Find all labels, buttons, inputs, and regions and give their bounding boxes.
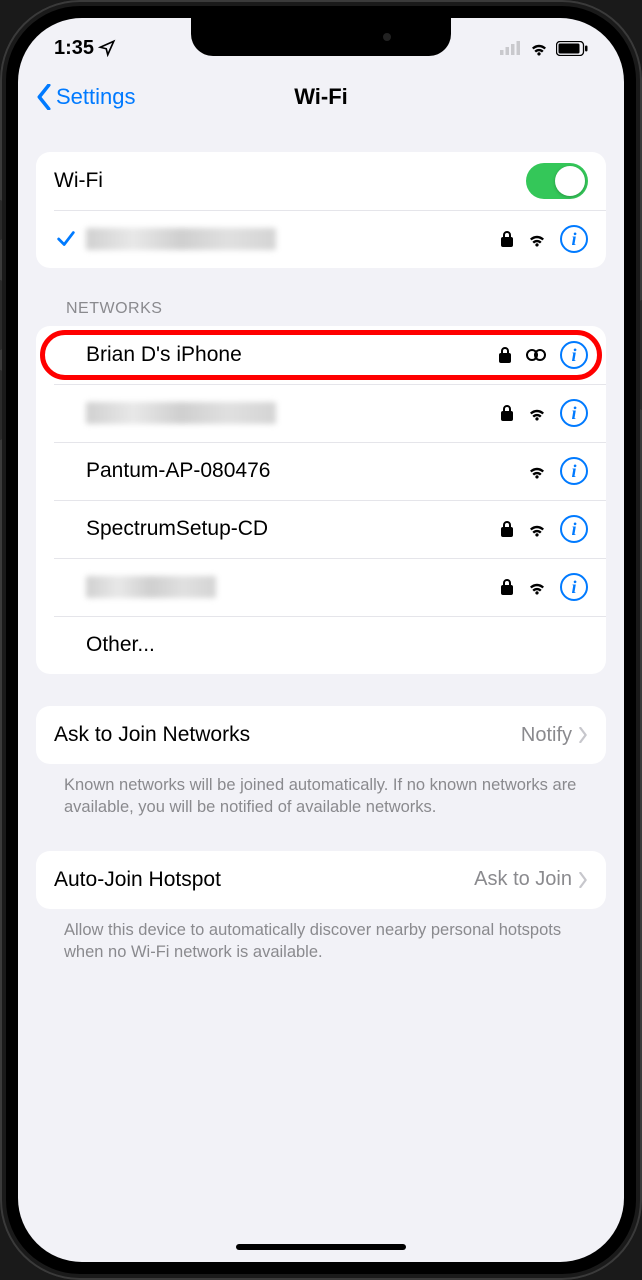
auto-hotspot-row[interactable]: Auto-Join Hotspot Ask to Join [36, 851, 606, 909]
lock-icon [500, 578, 514, 596]
lock-icon [500, 520, 514, 538]
network-row[interactable]: i [36, 384, 606, 442]
wifi-signal-icon [526, 521, 548, 537]
info-icon[interactable]: i [560, 573, 588, 601]
cellular-icon [500, 41, 522, 55]
network-name-redacted [86, 402, 276, 424]
ask-join-label: Ask to Join Networks [54, 723, 250, 747]
lock-icon [498, 346, 512, 364]
wifi-signal-icon [526, 231, 548, 247]
network-name-redacted [86, 576, 216, 598]
battery-icon [556, 41, 588, 56]
wifi-signal-icon [526, 405, 548, 421]
network-name: Brian D's iPhone [86, 343, 242, 367]
notch [191, 18, 451, 56]
chevron-right-icon [578, 872, 588, 888]
wifi-toggle-row[interactable]: Wi-Fi [36, 152, 606, 210]
info-icon[interactable]: i [560, 225, 588, 253]
network-name: SpectrumSetup-CD [86, 517, 268, 541]
network-name: Pantum-AP-080476 [86, 459, 270, 483]
ask-join-footer: Known networks will be joined automatica… [36, 764, 606, 819]
wifi-status-icon [528, 40, 550, 56]
lock-icon [500, 230, 514, 248]
side-button [0, 200, 2, 240]
phone-frame: 1:35 Settings [0, 0, 642, 1280]
chevron-right-icon [578, 727, 588, 743]
auto-hotspot-label: Auto-Join Hotspot [54, 868, 221, 892]
lock-icon [500, 404, 514, 422]
network-name: Other... [86, 633, 155, 657]
networks-header: NETWORKS [66, 300, 606, 318]
connected-network-name-redacted [86, 228, 276, 250]
wifi-toggle[interactable] [526, 163, 588, 199]
chevron-left-icon [36, 84, 52, 110]
side-button [0, 280, 2, 350]
auto-hotspot-group: Auto-Join Hotspot Ask to Join [36, 851, 606, 909]
wifi-signal-icon [526, 463, 548, 479]
wifi-signal-icon [526, 579, 548, 595]
wifi-toggle-label: Wi-Fi [54, 169, 103, 193]
info-icon[interactable]: i [560, 341, 588, 369]
home-indicator[interactable] [236, 1244, 406, 1250]
back-button[interactable]: Settings [36, 84, 136, 110]
network-row[interactable]: SpectrumSetup-CD i [36, 500, 606, 558]
screen: 1:35 Settings [18, 18, 624, 1262]
connected-network-row[interactable]: i [36, 210, 606, 268]
status-time: 1:35 [54, 37, 94, 60]
network-row[interactable]: Pantum-AP-080476 i [36, 442, 606, 500]
ask-join-group: Ask to Join Networks Notify [36, 706, 606, 764]
ask-join-row[interactable]: Ask to Join Networks Notify [36, 706, 606, 764]
info-icon[interactable]: i [560, 515, 588, 543]
info-icon[interactable]: i [560, 399, 588, 427]
checkmark-icon [54, 228, 78, 250]
wifi-toggle-group: Wi-Fi [36, 152, 606, 268]
other-network-row[interactable]: Other... [36, 616, 606, 674]
network-row[interactable]: Brian D's iPhone i [36, 326, 606, 384]
nav-header: Settings Wi-Fi [18, 68, 624, 126]
location-icon [98, 39, 116, 57]
hotspot-icon [524, 348, 548, 362]
networks-group: Brian D's iPhoneiiPantum-AP-080476iSpect… [36, 326, 606, 674]
info-icon[interactable]: i [560, 457, 588, 485]
auto-hotspot-footer: Allow this device to automatically disco… [36, 909, 606, 964]
network-row[interactable]: i [36, 558, 606, 616]
side-button [0, 370, 2, 440]
ask-join-value: Notify [521, 724, 572, 747]
back-label: Settings [56, 84, 136, 110]
auto-hotspot-value: Ask to Join [474, 868, 572, 891]
